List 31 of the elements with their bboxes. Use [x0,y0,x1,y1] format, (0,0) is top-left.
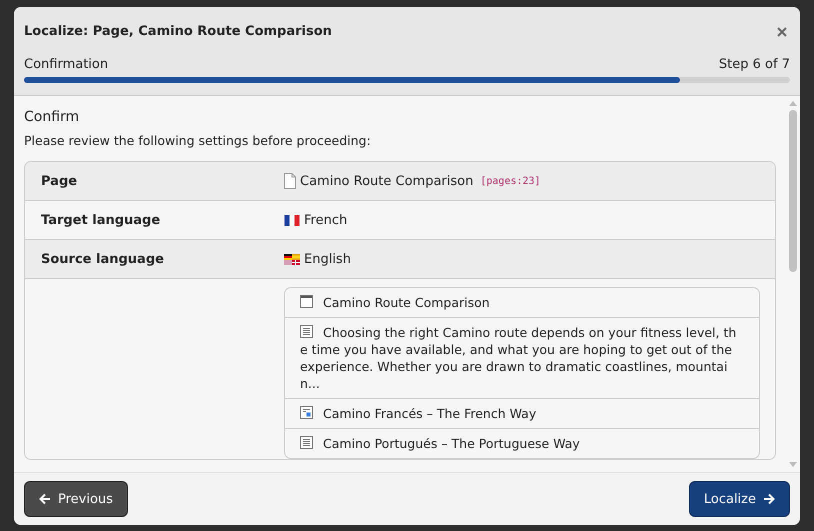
scroll-up-icon[interactable] [789,101,797,106]
setting-label: Source language [40,252,165,266]
setting-value: Camino Route Comparison [300,174,474,188]
scroll-down-icon[interactable] [789,462,797,467]
text-icon [300,325,313,338]
flag-icon [284,214,300,226]
close-icon[interactable] [777,26,787,36]
flags-icon [284,254,300,264]
localize-button[interactable]: Localize [688,481,790,517]
step-name: Confirmation [24,57,108,72]
header-icon [300,295,313,308]
previous-button[interactable]: Previous [24,481,128,517]
record-id: [pages:23] [480,176,541,186]
dialog-title: Localize: Page, Camino Route Comparison [24,24,332,39]
content-element: Camino Portugués – The Portuguese Way [300,436,580,451]
scrollbar-thumb[interactable] [789,110,797,272]
content-element: Camino Route Comparison [300,295,490,310]
image-text-icon [300,406,313,419]
setting-value: English [304,252,351,266]
section-heading: Confirm [24,109,80,125]
content-element: Choosing the right Camino route depends on your fitness level, the time you have available, and what you are hoping to get out of the experience. Whether you are drawn to dramatic coastlines, mountain... [300,325,736,391]
content-element: Camino Francés – The French Way [300,406,536,421]
intro-text: Please review the following settings before proceeding: [24,133,372,148]
setting-value: French [304,212,348,228]
setting-label: Target language [40,212,162,228]
arrow-right-icon [763,493,775,505]
step-counter: Step 6 of 7 [718,57,790,72]
setting-label: Page [40,174,78,188]
arrow-left-icon [39,493,51,505]
text-icon [300,436,313,449]
page-icon [284,173,296,189]
